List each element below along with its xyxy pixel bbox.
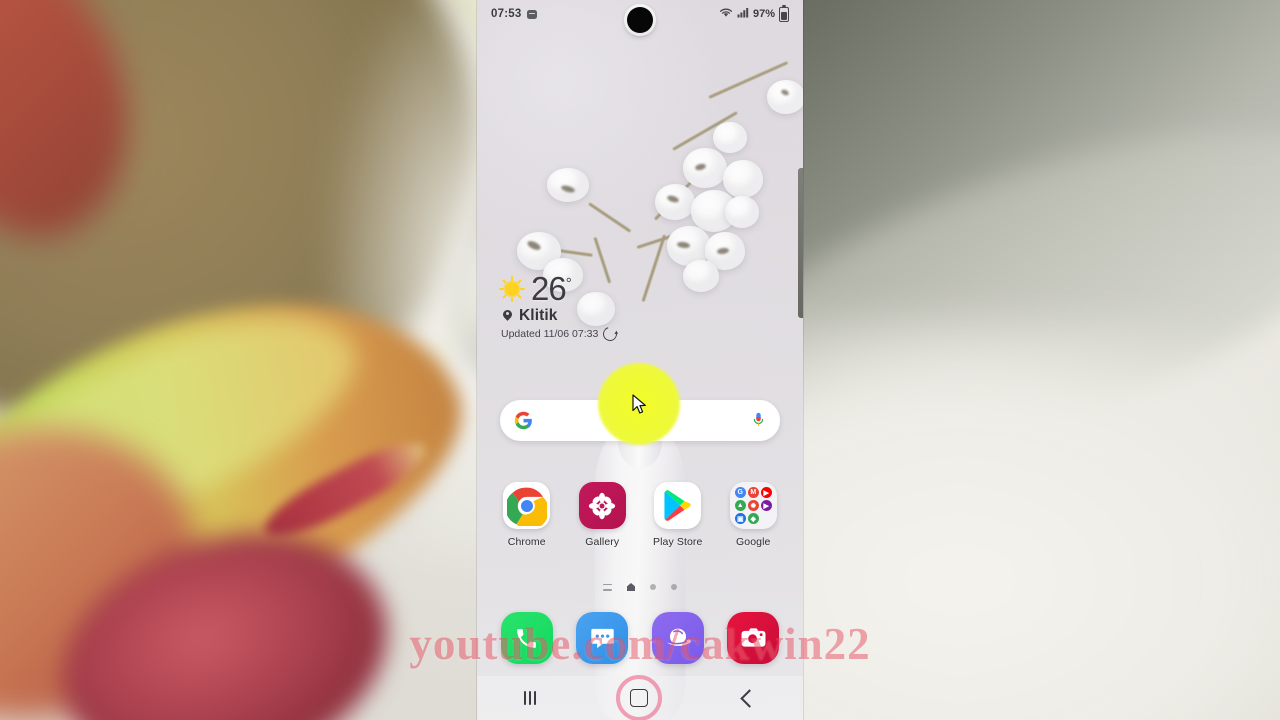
back-icon[interactable] [740,688,759,708]
folder-mini-icon: ✹ [747,500,759,511]
app-list-icon[interactable] [603,583,612,591]
app-icon-gallery[interactable]: Gallery [569,482,635,548]
weather-widget[interactable]: 26° Klitik Updated 11/06 07:33 [499,270,729,344]
signal-bars-icon [737,7,749,21]
app-label: Google [736,536,771,548]
gallery-icon [578,482,626,529]
notification-square-icon [527,9,538,19]
wifi-icon [719,7,733,21]
internet-icon[interactable] [651,612,704,664]
app-icon-play-store[interactable]: Play Store [645,482,711,548]
weather-location: Klitik [519,307,558,324]
app-grid: Chrome Gallery Play Store G M ▶ ▲ ✹ ▶ ▣ … [489,482,791,548]
refresh-icon[interactable] [600,324,620,344]
folder-mini-icon: ▶ [760,487,772,498]
google-folder-icon: G M ▶ ▲ ✹ ▶ ▣ ◆ [729,482,777,529]
temperature-value: 26 [531,270,567,307]
battery-percent-label: 97% [752,8,775,20]
sun-icon [499,275,525,302]
chrome-icon [503,482,551,529]
microphone-icon[interactable] [751,411,766,431]
page-dot[interactable] [671,584,677,590]
page-dot[interactable] [650,584,656,590]
messages-icon[interactable] [576,612,629,664]
weather-temperature: 26° [531,270,572,307]
recents-icon[interactable] [524,691,536,705]
app-label: Gallery [585,536,620,548]
folder-mini-icon: ◆ [747,513,759,524]
folder-mini-icon: ▲ [734,500,746,511]
phone-screen: 07:53 97% 26° Klitik Updated 11/06 07:33… [477,0,803,720]
degree-symbol: ° [565,275,572,292]
folder-mini-icon [761,513,772,524]
folder-mini-icon: ▶ [760,500,772,511]
folder-mini-icon: M [747,487,759,498]
dock [489,612,791,664]
location-pin-icon [501,310,514,323]
navigation-bar [477,675,803,720]
home-button-icon[interactable] [616,675,663,720]
camera-icon[interactable] [727,612,780,664]
app-icon-chrome[interactable]: Chrome [494,482,560,548]
home-page-icon[interactable] [627,583,635,591]
screen-capture: 07:53 97% 26° Klitik Updated 11/06 07:33… [0,0,1280,720]
mouse-cursor-icon [632,394,648,416]
battery-icon [779,4,789,22]
status-bar-time: 07:53 [491,8,522,20]
play-store-icon [654,482,702,529]
phone-icon[interactable] [500,612,553,664]
front-camera-icon [627,7,653,33]
folder-mini-icon: ▣ [734,513,746,524]
google-g-icon [514,411,533,430]
app-label: Chrome [507,536,546,548]
app-label: Play Store [653,536,703,548]
page-indicator [477,583,803,591]
weather-updated-text: Updated 11/06 07:33 [501,328,599,340]
folder-mini-icon: G [734,487,746,498]
app-folder-google[interactable]: G M ▶ ▲ ✹ ▶ ▣ ◆ Google [720,482,786,548]
